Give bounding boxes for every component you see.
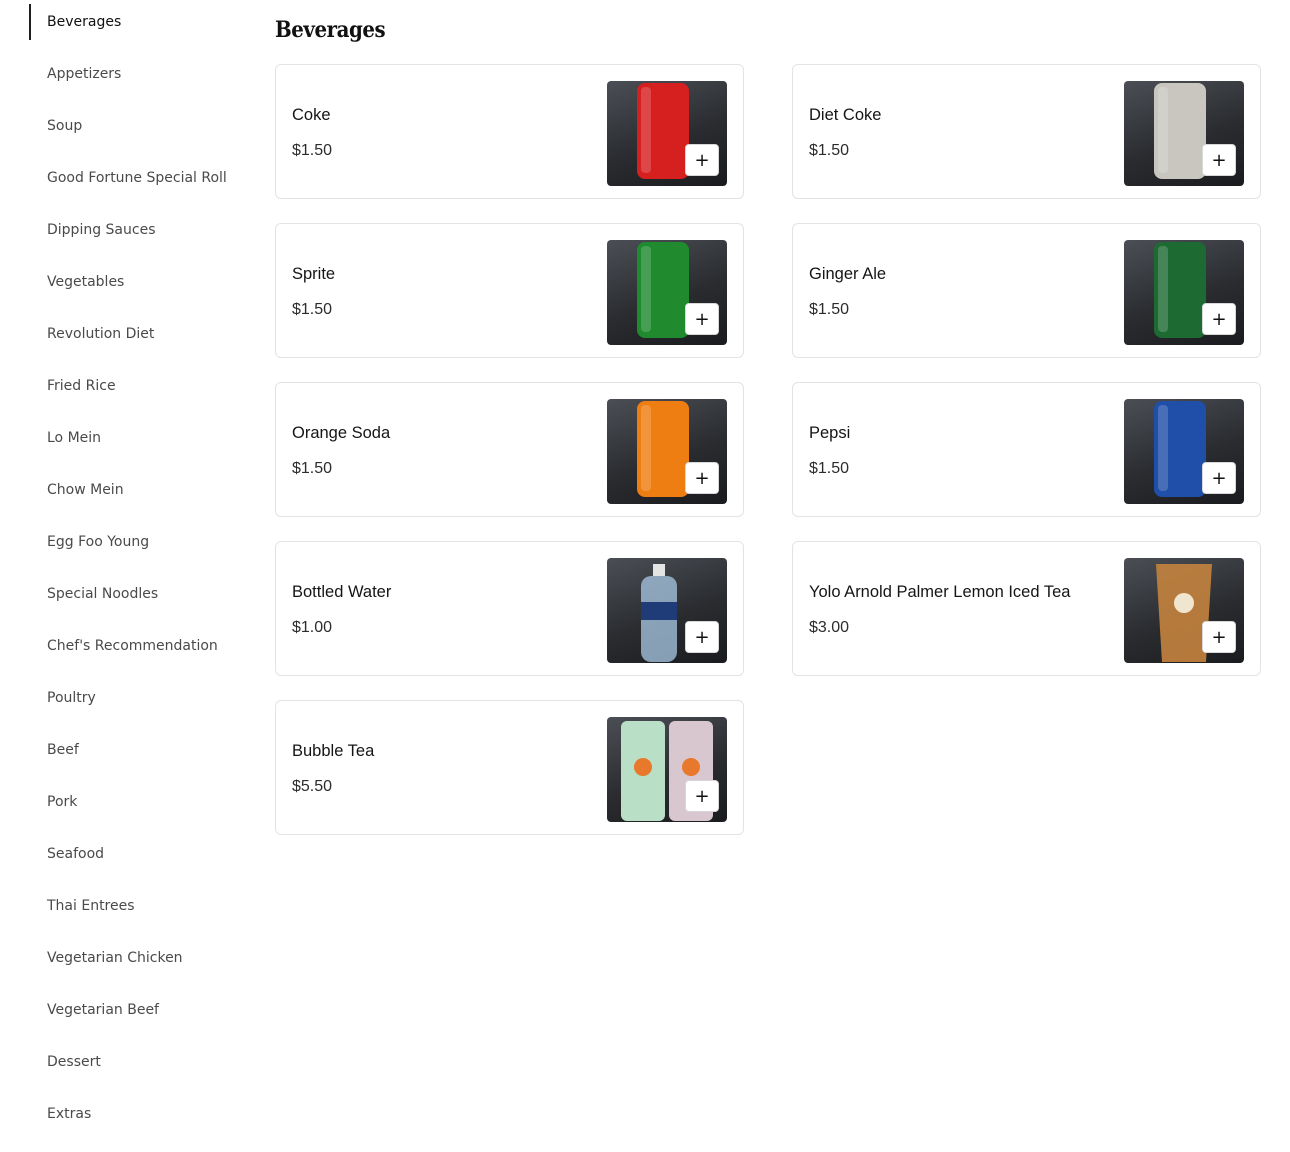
sidebar-item-egg-foo-young[interactable]: Egg Foo Young — [29, 524, 244, 560]
add-to-cart-button[interactable]: + — [685, 303, 719, 335]
item-name: Coke — [292, 106, 331, 124]
sidebar-item-good-fortune-special-roll[interactable]: Good Fortune Special Roll — [29, 160, 244, 196]
add-to-cart-button[interactable]: + — [1202, 621, 1236, 653]
item-name: Orange Soda — [292, 424, 391, 442]
menu-item-card[interactable]: Yolo Arnold Palmer Lemon Iced Tea $3.00 + — [792, 541, 1261, 676]
item-price: $1.50 — [292, 460, 333, 477]
sidebar-item-appetizers[interactable]: Appetizers — [29, 56, 244, 92]
menu-item-card[interactable]: Diet Coke $1.50 + — [792, 64, 1261, 199]
menu-item-card[interactable]: Bubble Tea $5.50 + — [275, 700, 744, 835]
add-to-cart-button[interactable]: + — [1202, 303, 1236, 335]
menu-item-card[interactable]: Coke $1.50 + — [275, 64, 744, 199]
add-to-cart-button[interactable]: + — [1202, 462, 1236, 494]
sidebar-item-soup[interactable]: Soup — [29, 108, 244, 144]
item-price: $1.50 — [292, 142, 333, 159]
add-to-cart-button[interactable]: + — [685, 780, 719, 812]
page-title: Beverages — [275, 17, 386, 43]
sidebar-item-dipping-sauces[interactable]: Dipping Sauces — [29, 212, 244, 248]
item-name: Sprite — [292, 265, 336, 283]
sidebar-item-thai-entrees[interactable]: Thai Entrees — [29, 888, 244, 924]
category-sidebar: Beverages Appetizers Soup Good Fortune Spec… — [29, 4, 244, 1148]
add-to-cart-button[interactable]: + — [1202, 144, 1236, 176]
sidebar-item-chow-mein[interactable]: Chow Mein — [29, 472, 244, 508]
sidebar-item-vegetarian-beef[interactable]: Vegetarian Beef — [29, 992, 244, 1028]
sidebar-item-beef[interactable]: Beef — [29, 732, 244, 768]
menu-item-card[interactable]: Bottled Water $1.00 + — [275, 541, 744, 676]
item-price: $1.50 — [809, 142, 850, 159]
item-price: $3.00 — [809, 619, 850, 636]
sidebar-item-seafood[interactable]: Seafood — [29, 836, 244, 872]
item-price: $1.50 — [809, 460, 850, 477]
menu-item-card[interactable]: Orange Soda $1.50 + — [275, 382, 744, 517]
item-name: Pepsi — [809, 424, 851, 442]
item-price: $5.50 — [292, 778, 333, 795]
sidebar-item-vegetarian-chicken[interactable]: Vegetarian Chicken — [29, 940, 244, 976]
menu-section: Beverages Coke $1.50 + Diet Coke $1.50 + Sprit… — [275, 0, 1261, 835]
menu-grid: Coke $1.50 + Diet Coke $1.50 + Sprite $1.50 + Gin… — [275, 64, 1261, 835]
sidebar-item-chef-s-recommendation[interactable]: Chef's Recommendation — [29, 628, 244, 664]
add-to-cart-button[interactable]: + — [685, 144, 719, 176]
item-name: Ginger Ale — [809, 265, 887, 283]
item-name: Diet Coke — [809, 106, 882, 124]
item-price: $1.50 — [292, 301, 333, 318]
menu-item-card[interactable]: Sprite $1.50 + — [275, 223, 744, 358]
add-to-cart-button[interactable]: + — [685, 621, 719, 653]
sidebar-item-pork[interactable]: Pork — [29, 784, 244, 820]
item-name: Bubble Tea — [292, 742, 375, 760]
sidebar-item-revolution-diet[interactable]: Revolution Diet — [29, 316, 244, 352]
sidebar-item-vegetables[interactable]: Vegetables — [29, 264, 244, 300]
sidebar-item-lo-mein[interactable]: Lo Mein — [29, 420, 244, 456]
sidebar-item-extras[interactable]: Extras — [29, 1096, 244, 1132]
menu-item-card[interactable]: Ginger Ale $1.50 + — [792, 223, 1261, 358]
sidebar-item-beverages[interactable]: Beverages — [29, 4, 244, 40]
item-price: $1.00 — [292, 619, 333, 636]
item-name: Bottled Water — [292, 583, 392, 601]
menu-item-card[interactable]: Pepsi $1.50 + — [792, 382, 1261, 517]
sidebar-item-poultry[interactable]: Poultry — [29, 680, 244, 716]
sidebar-item-dessert[interactable]: Dessert — [29, 1044, 244, 1080]
add-to-cart-button[interactable]: + — [685, 462, 719, 494]
item-price: $1.50 — [809, 301, 850, 318]
sidebar-item-special-noodles[interactable]: Special Noodles — [29, 576, 244, 612]
item-name: Yolo Arnold Palmer Lemon Iced Tea — [809, 583, 1071, 601]
sidebar-item-fried-rice[interactable]: Fried Rice — [29, 368, 244, 404]
